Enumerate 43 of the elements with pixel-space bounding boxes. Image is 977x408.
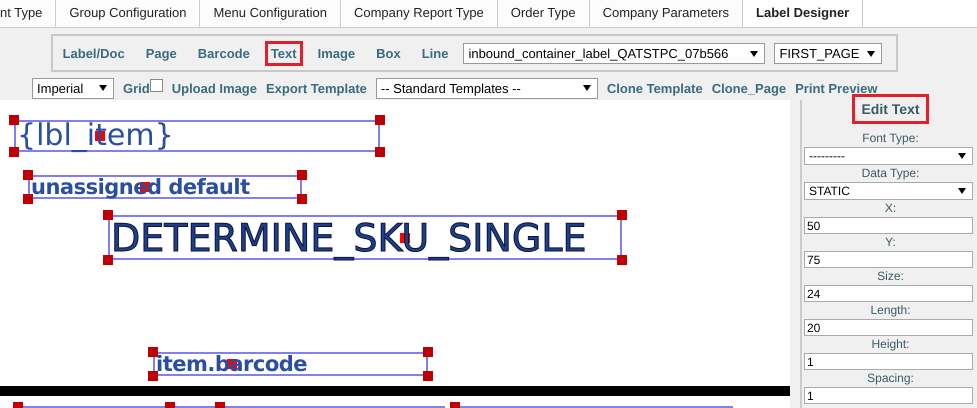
field-label: Y:	[884, 234, 897, 251]
tool-link[interactable]: Barcode	[192, 41, 256, 66]
tab[interactable]: Company Parameters	[590, 0, 744, 27]
caret-icon	[958, 188, 966, 194]
field-label: X:	[884, 200, 898, 217]
input-field[interactable]: 1	[804, 387, 973, 404]
dropdown[interactable]: ---------	[804, 147, 973, 165]
tool-link[interactable]: Text	[264, 41, 303, 66]
grid-label: Grid	[123, 80, 150, 96]
tool-link[interactable]: Image	[312, 41, 362, 66]
action-link[interactable]: Print Preview	[795, 80, 878, 96]
field-label: Height:	[870, 336, 911, 353]
input-field[interactable]: 20	[804, 319, 973, 336]
field-label: Spacing:	[866, 370, 915, 387]
action-link[interactable]: Clone Template	[606, 80, 703, 96]
caret-icon	[958, 153, 966, 159]
caret-icon	[867, 50, 876, 56]
tool-link[interactable]: Box	[370, 41, 407, 66]
input-field[interactable]: 75	[804, 251, 973, 268]
grid-checkbox[interactable]	[150, 78, 163, 92]
action-link[interactable]: Clone_Page	[712, 80, 786, 96]
caret-icon	[750, 50, 758, 56]
panel-title: Edit Text	[852, 94, 929, 124]
page-select[interactable]: FIRST_PAGE	[774, 43, 882, 64]
tool-link[interactable]: Page	[140, 41, 183, 66]
standard-templates-select[interactable]: -- Standard Templates --	[376, 78, 598, 98]
dropdown[interactable]: STATIC	[804, 182, 973, 200]
units-select[interactable]: Imperial	[32, 78, 114, 98]
field-label: Length:	[869, 302, 912, 319]
input-field[interactable]: 1	[804, 353, 973, 370]
action-link[interactable]: Upload Image	[172, 80, 257, 96]
field-label: Data Type:	[860, 165, 920, 182]
template-select[interactable]: inbound_container_label_QATSTPC_07b566	[463, 43, 766, 64]
tool-link[interactable]: Label/Doc	[56, 41, 131, 66]
input-field[interactable]: 24	[804, 285, 973, 302]
action-link[interactable]: Export Template	[266, 80, 367, 96]
tab[interactable]: nt Type	[0, 0, 56, 27]
caret-icon	[99, 85, 107, 91]
caret-icon	[582, 85, 591, 91]
field-label: Size:	[876, 268, 905, 285]
input-field[interactable]: 50	[804, 217, 973, 234]
tool-link[interactable]: Line	[416, 41, 454, 66]
field-label: Font Type:	[861, 130, 920, 147]
